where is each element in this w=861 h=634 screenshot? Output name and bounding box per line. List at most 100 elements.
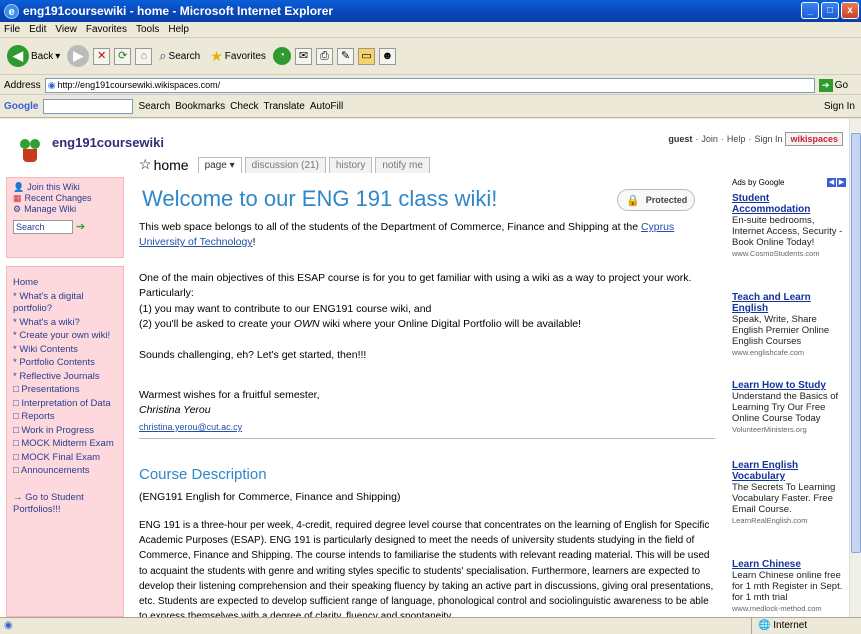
menu-file[interactable]: File	[4, 24, 20, 35]
wiki-search-input[interactable]: Search	[13, 220, 73, 234]
google-bookmarks-button[interactable]: Bookmarks	[175, 101, 225, 112]
ads-label: Ads by Google	[732, 177, 785, 187]
protected-badge[interactable]: 🔒 Protected	[617, 189, 695, 211]
ad-title[interactable]: Learn Chinese	[732, 559, 846, 570]
user-guest: guest	[668, 134, 693, 144]
search-go-arrow-icon[interactable]: ➔	[76, 221, 85, 233]
nav-item[interactable]: * Create your own wiki!	[13, 330, 117, 343]
nav-item[interactable]: * Portfolio Contents	[13, 357, 117, 370]
sign-in-link[interactable]: Sign In	[754, 134, 782, 144]
tab-home[interactable]: ☆ home	[139, 156, 189, 173]
favorites-label: Favorites	[224, 50, 266, 62]
nav-item[interactable]: □ Presentations	[13, 384, 117, 397]
back-button[interactable]: ◀ Back ▾	[4, 43, 63, 69]
ad-item[interactable]: Student Accommodation En-suite bedrooms,…	[732, 193, 846, 259]
go-button[interactable]: ➔ Go	[818, 78, 848, 92]
ad-item[interactable]: Learn Chinese Learn Chinese online free …	[732, 559, 846, 614]
back-arrow-icon: ◀	[7, 45, 29, 67]
manage-wiki-link[interactable]: ⚙ Manage Wiki	[13, 204, 117, 215]
ad-title[interactable]: Learn How to Study	[732, 380, 846, 391]
search-label: Search	[168, 50, 201, 62]
google-search-input[interactable]	[43, 99, 134, 114]
close-button[interactable]: x	[841, 2, 859, 19]
google-translate-button[interactable]: Translate	[264, 101, 305, 112]
nav-item[interactable]: □ Reports	[13, 411, 117, 424]
print-button[interactable]: ⎙	[315, 47, 333, 65]
history-button[interactable]: ◔	[272, 47, 291, 65]
help-link[interactable]: Help	[727, 134, 746, 144]
menu-edit[interactable]: Edit	[29, 24, 46, 35]
favorites-button[interactable]: ★ Favorites	[207, 46, 269, 67]
google-check-button[interactable]: Check	[230, 101, 258, 112]
nav-item[interactable]: Home	[13, 277, 117, 290]
tab-discussion[interactable]: discussion (21)	[244, 157, 326, 173]
nav-item[interactable]: → Go to Student Portfolios!!!	[13, 492, 117, 517]
ad-item[interactable]: Learn English Vocabulary The Secrets To …	[732, 460, 846, 526]
google-logo: Google	[4, 101, 39, 112]
recent-changes-label: Recent Changes	[24, 193, 92, 203]
search-button[interactable]: ⌕ Search	[156, 46, 203, 66]
site-name[interactable]: eng191coursewiki	[52, 135, 164, 150]
nav-item[interactable]: * What's a digital portfolio?	[13, 291, 117, 316]
ad-item[interactable]: Teach and Learn English Speak, Write, Sh…	[732, 292, 846, 358]
nav-item[interactable]: □ Work in Progress	[13, 425, 117, 438]
wikispaces-badge[interactable]: wikispaces	[785, 132, 843, 146]
email-link[interactable]: christina.yerou@cut.ac.cy	[139, 420, 699, 435]
tab-history[interactable]: history	[328, 157, 373, 173]
nav-item[interactable]: * Reflective Journals	[13, 371, 117, 384]
menu-favorites[interactable]: Favorites	[86, 24, 127, 35]
ad-title[interactable]: Teach and Learn English	[732, 292, 846, 314]
internet-explorer-icon: e	[4, 3, 19, 19]
nav-item[interactable]: * What's a wiki?	[13, 317, 117, 330]
google-autofill-button[interactable]: AutoFill	[310, 101, 343, 112]
ad-title[interactable]: Student Accommodation	[732, 193, 846, 215]
join-link[interactable]: Join	[701, 134, 718, 144]
join-wiki-link[interactable]: 👤 Join this Wiki	[13, 182, 117, 193]
scrollbar-thumb[interactable]	[851, 133, 861, 553]
nav-item[interactable]: □ Interpretation of Data	[13, 398, 117, 411]
challenge-text: Sounds challenging, eh? Let's get starte…	[139, 349, 367, 361]
vertical-scrollbar[interactable]	[849, 119, 861, 617]
address-url: http://eng191coursewiki.wikispaces.com/	[57, 80, 221, 90]
page-title: Welcome to our ENG 191 class wiki!	[142, 186, 498, 211]
address-input[interactable]: ◉ http://eng191coursewiki.wikispaces.com…	[44, 77, 815, 93]
forward-button[interactable]: ▶	[67, 45, 90, 67]
mail-button[interactable]: ✉	[294, 47, 312, 65]
google-signin-button[interactable]: Sign In	[824, 101, 855, 112]
recent-changes-link[interactable]: ▦ Recent Changes	[13, 193, 117, 204]
menu-tools[interactable]: Tools	[136, 24, 159, 35]
menu-view[interactable]: View	[55, 24, 77, 35]
nav-item[interactable]: □ Announcements	[13, 465, 117, 478]
menu-help[interactable]: Help	[168, 24, 189, 35]
calendar-icon: ▦	[13, 193, 22, 203]
tab-page-label: page	[204, 160, 227, 171]
manage-wiki-label: Manage Wiki	[24, 204, 77, 214]
folder-button[interactable]: ▭	[357, 47, 375, 65]
protected-label: Protected	[645, 195, 688, 205]
intro-text: This web space belongs to all of the stu…	[139, 221, 641, 233]
nav-item[interactable]: □ MOCK Midterm Exam	[13, 438, 117, 451]
ad-title[interactable]: Learn English Vocabulary	[732, 460, 846, 482]
stop-button[interactable]: ✕	[93, 47, 111, 65]
ad-url: VolunteerMinisters.org	[732, 425, 807, 434]
nav-item[interactable]: □ MOCK Final Exam	[13, 452, 117, 465]
messenger-button[interactable]: ☻	[378, 47, 396, 65]
tab-page[interactable]: page ▾	[197, 157, 242, 173]
user-icon: 👤	[13, 182, 25, 192]
refresh-button[interactable]: ⟳	[114, 47, 132, 65]
minimize-button[interactable]: _	[801, 2, 819, 19]
page-icon: ◉	[47, 79, 56, 90]
window-title: eng191coursewiki - home - Microsoft Inte…	[23, 4, 334, 18]
nav-item[interactable]: * Wiki Contents	[13, 344, 117, 357]
ads-prev-button[interactable]: ◀	[827, 178, 836, 187]
intro-paragraph: This web space belongs to all of the stu…	[139, 220, 699, 250]
edit-button[interactable]: ✎	[336, 47, 354, 65]
ads-next-button[interactable]: ▶	[837, 178, 846, 187]
go-arrow-icon: ➔	[818, 78, 833, 92]
home-button[interactable]: ⌂	[135, 47, 153, 65]
maximize-button[interactable]: □	[821, 2, 839, 19]
ad-item[interactable]: Learn How to Study Understand the Basics…	[732, 380, 846, 435]
tab-notify[interactable]: notify me	[375, 157, 430, 173]
google-search-button[interactable]: Search	[138, 101, 170, 112]
address-label: Address	[4, 79, 41, 91]
